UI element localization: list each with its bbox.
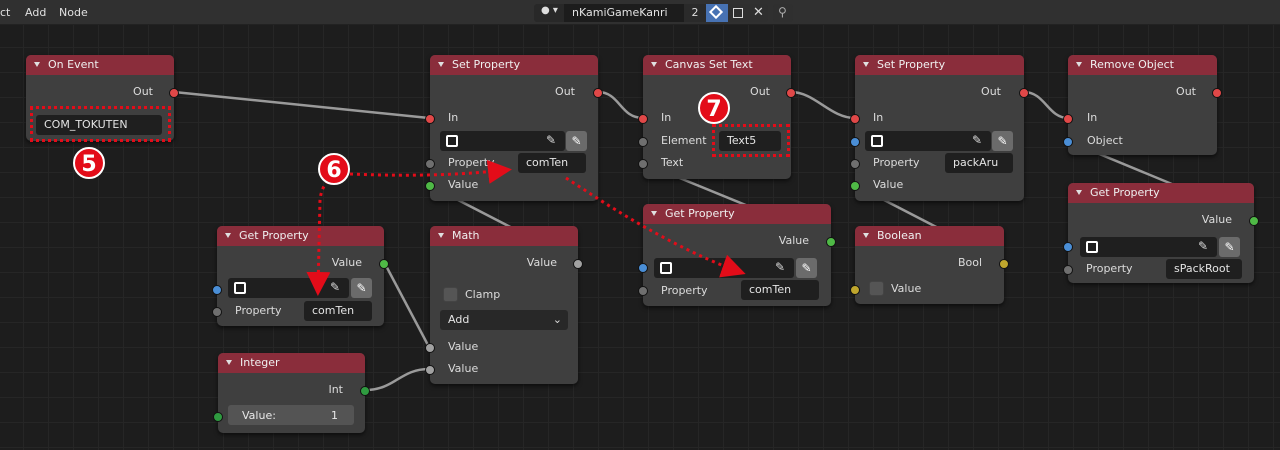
- arrow-to-getprop-mid: [565, 176, 746, 278]
- callout-6: 6: [318, 153, 350, 185]
- callout-7: 7: [698, 92, 730, 124]
- arrow-to-getprop-left: [306, 174, 334, 296]
- annotation-arrows: [306, 159, 746, 296]
- callout-5: 5: [73, 147, 105, 179]
- arrow-to-setprop: [349, 159, 512, 184]
